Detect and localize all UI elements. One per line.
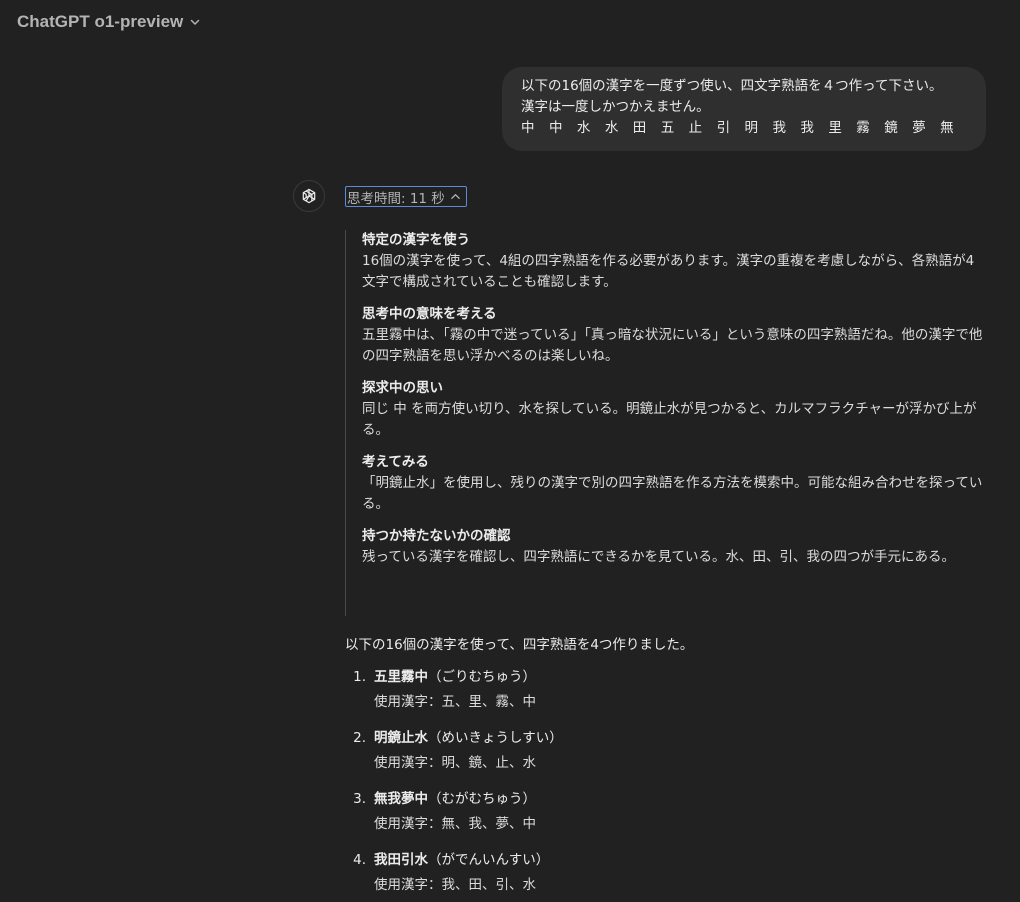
- assistant-avatar: [293, 180, 325, 212]
- kanji-char: 中: [521, 120, 535, 136]
- model-name: ChatGPT o1-preview: [17, 12, 184, 31]
- thought-section: 考えてみる 「明鏡止水」を使用し、残りの漢字で別の四字熟語を作る方法を模索中。可…: [362, 452, 990, 515]
- idiom-reading: （ごりむちゅう）: [428, 669, 536, 685]
- thought-title: 特定の漢字を使う: [362, 232, 470, 248]
- list-item-number: 1.: [353, 669, 366, 685]
- kanji-char: 鏡: [884, 120, 898, 136]
- idiom-reading: （がでんいんすい）: [428, 852, 550, 868]
- thought-body: 五里霧中は、「霧の中で迷っている」「真っ暗な状況にいる」という意味の四字熟語だね…: [362, 327, 983, 364]
- reasoning-summary: 特定の漢字を使う 16個の漢字を使って、4組の四字熟語を作る必要があります。漢字…: [345, 230, 990, 616]
- kanji-char: 無: [940, 120, 954, 136]
- kanji-char: 田: [632, 120, 647, 136]
- kanji-char: 引: [716, 120, 731, 136]
- thought-title: 持つか持たないかの確認: [362, 528, 511, 544]
- idiom-term: 五里霧中: [374, 669, 428, 685]
- idiom-term: 我田引水: [374, 852, 428, 868]
- thought-body: 16個の漢字を使って、4組の四字熟語を作る必要があります。漢字の重複を考慮しなが…: [362, 253, 975, 290]
- chevron-down-icon: [191, 19, 200, 25]
- thinking-time-toggle[interactable]: 思考時間: 11 秒: [345, 186, 467, 207]
- kanji-char: 止: [688, 120, 703, 136]
- idiom-used-kanji: 使用漢字：五、里、霧、中: [374, 694, 536, 710]
- list-item: 2. 明鏡止水（めいきょうしすい） 使用漢字：明、鏡、止、水: [345, 728, 990, 774]
- kanji-char: 我: [772, 120, 786, 136]
- kanji-char: 我: [800, 120, 814, 136]
- list-item: 4. 我田引水（がでんいんすい） 使用漢字：我、田、引、水: [345, 850, 990, 896]
- answer-list: 1. 五里霧中（ごりむちゅう） 使用漢字：五、里、霧、中 2. 明鏡止水（めいき…: [345, 667, 990, 896]
- list-item-number: 3.: [353, 791, 366, 807]
- list-item: 1. 五里霧中（ごりむちゅう） 使用漢字：五、里、霧、中: [345, 667, 990, 713]
- thought-title: 考えてみる: [362, 454, 429, 470]
- idiom-reading: （めいきょうしすい）: [428, 730, 563, 746]
- kanji-char: 五: [660, 120, 675, 136]
- user-message-bubble: 以下の16個の漢字を一度ずつ使い、四文字熟語を４つ作って下さい。 漢字は一度しか…: [502, 67, 986, 151]
- idiom-used-kanji: 使用漢字：無、我、夢、中: [374, 816, 536, 832]
- list-item-number: 4.: [353, 852, 366, 868]
- kanji-char: 明: [744, 120, 759, 136]
- list-item-number: 2.: [353, 730, 366, 746]
- model-selector[interactable]: ChatGPT o1-preview: [17, 10, 201, 34]
- idiom-term: 無我夢中: [374, 791, 428, 807]
- thought-title: 探求中の思い: [362, 380, 443, 396]
- kanji-char: 夢: [912, 120, 926, 136]
- thought-section: 探求中の思い 同じ 中 を両方使い切り、水を探している。明鏡止水が見つかると、カ…: [362, 378, 990, 441]
- list-item: 3. 無我夢中（むがむちゅう） 使用漢字：無、我、夢、中: [345, 789, 990, 835]
- user-message-line-2: 漢字は一度しかつかえません。: [521, 99, 710, 115]
- openai-logo-icon: [302, 188, 316, 204]
- thought-section: 特定の漢字を使う 16個の漢字を使って、4組の四字熟語を作る必要があります。漢字…: [362, 230, 990, 293]
- thought-body: 同じ 中 を両方使い切り、水を探している。明鏡止水が見つかると、カルマフラクチャ…: [362, 401, 977, 438]
- user-message-line-1: 以下の16個の漢字を一度ずつ使い、四文字熟語を４つ作って下さい。: [521, 78, 943, 94]
- kanji-char: 霧: [856, 120, 870, 136]
- idiom-used-kanji: 使用漢字：明、鏡、止、水: [374, 755, 536, 771]
- kanji-char: 里: [828, 120, 842, 136]
- kanji-char: 水: [576, 120, 591, 136]
- kanji-char: 水: [604, 120, 619, 136]
- thinking-time-label: 思考時間: 11 秒: [347, 190, 445, 207]
- chat-page: ChatGPT o1-preview 以下の16個の漢字を一度ずつ使い、四文字熟…: [0, 0, 1020, 902]
- kanji-char: 中: [548, 120, 563, 136]
- assistant-answer: 以下の16個の漢字を使って、四字熟語を4つ作りました。 1. 五里霧中（ごりむち…: [345, 635, 990, 902]
- answer-intro: 以下の16個の漢字を使って、四字熟語を4つ作りました。: [345, 637, 694, 653]
- chevron-up-icon: [451, 194, 460, 199]
- thought-body: 「明鏡止水」を使用し、残りの漢字で別の四字熟語を作る方法を模索中。可能な組み合わ…: [362, 475, 983, 512]
- thought-title: 思考中の意味を考える: [362, 306, 497, 322]
- thought-section: 持つか持たないかの確認 残っている漢字を確認し、四字熟語にできるかを見ている。水…: [362, 526, 990, 568]
- thought-body: 残っている漢字を確認し、四字熟語にできるかを見ている。水、田、引、我の四つが手元…: [362, 549, 956, 565]
- idiom-used-kanji: 使用漢字：我、田、引、水: [374, 877, 536, 893]
- user-message-kanji-list: 中 中 水 水 田 五 止 引 明 我 我 里 霧 鏡 夢 無: [521, 118, 968, 139]
- idiom-term: 明鏡止水: [374, 730, 428, 746]
- idiom-reading: （むがむちゅう）: [428, 791, 536, 807]
- thought-section: 思考中の意味を考える 五里霧中は、「霧の中で迷っている」「真っ暗な状況にいる」と…: [362, 304, 990, 367]
